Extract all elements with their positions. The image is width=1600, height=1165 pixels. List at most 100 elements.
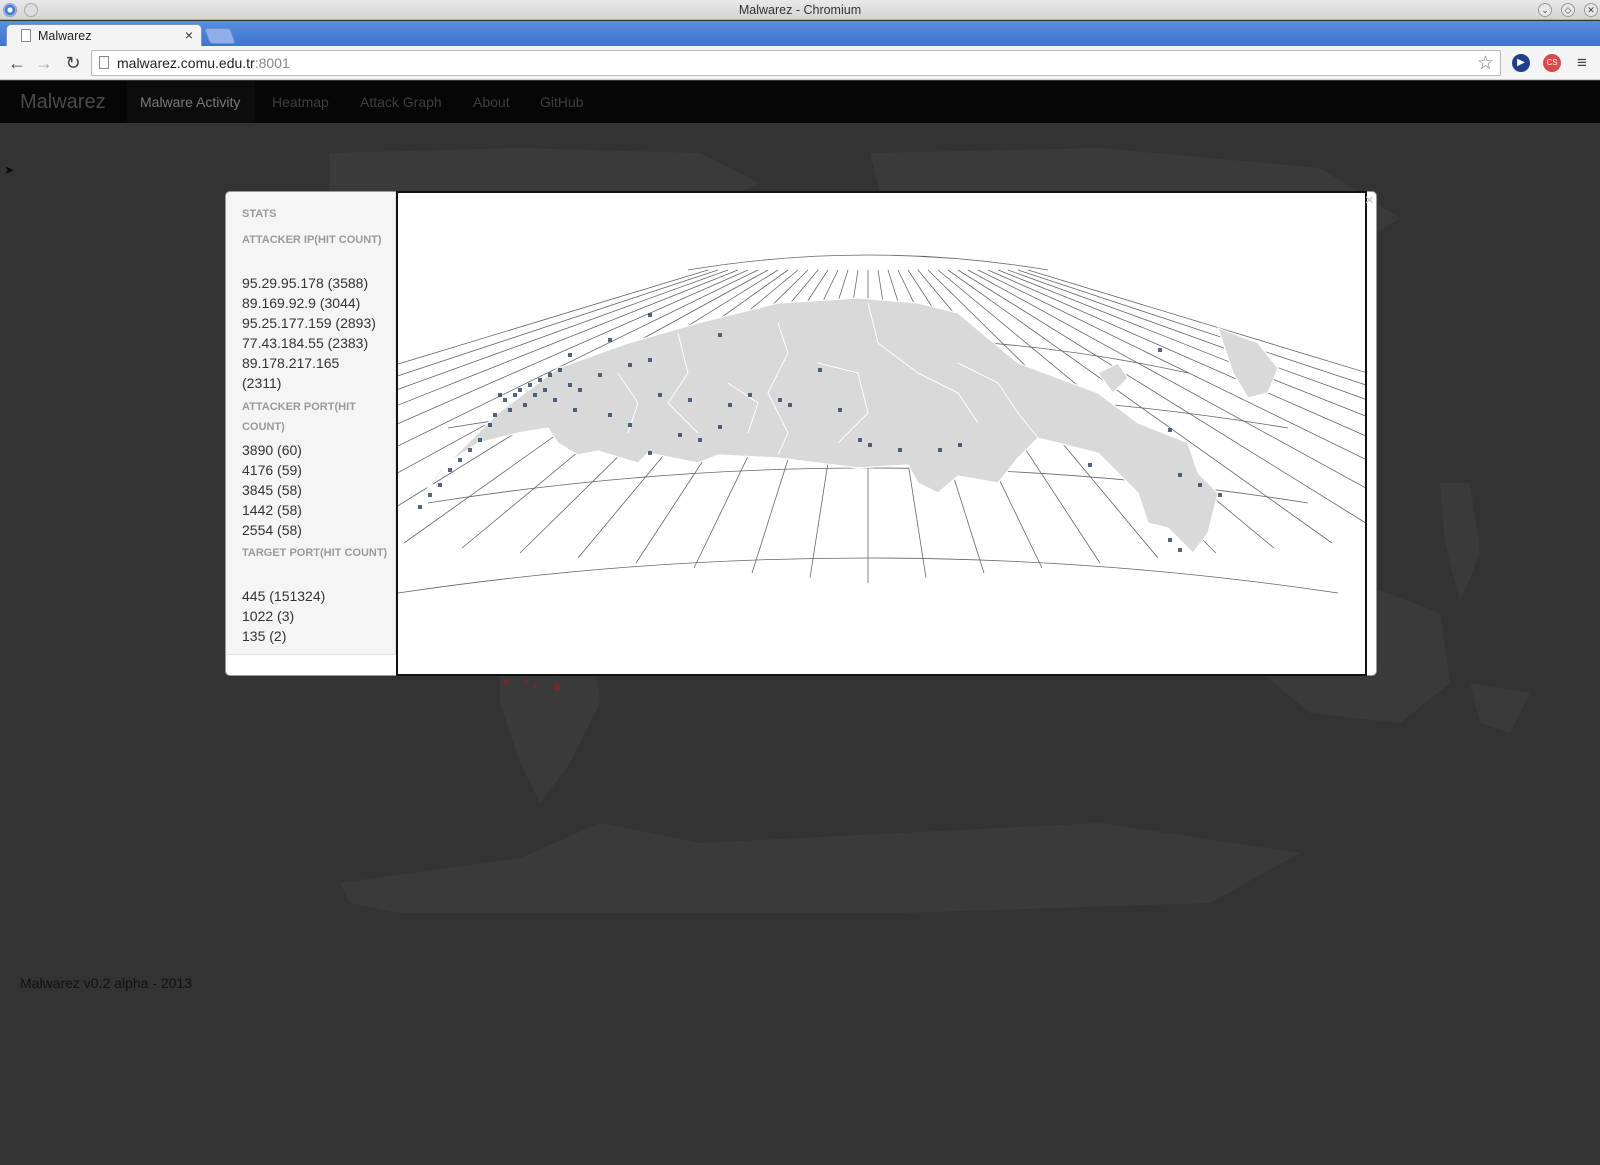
- attack-marker: [528, 383, 532, 387]
- attack-marker: [568, 383, 572, 387]
- attack-marker: [1168, 538, 1172, 542]
- nav-link-about[interactable]: About: [473, 94, 510, 110]
- attack-marker: [428, 493, 432, 497]
- tab-label: Malwarez: [38, 29, 92, 43]
- address-text: malwarez.comu.edu.tr:8001: [117, 55, 290, 71]
- attack-marker: [518, 388, 522, 392]
- attack-marker: [498, 393, 502, 397]
- target-port-item: 135 (2): [242, 628, 287, 644]
- page-icon: [21, 29, 31, 42]
- forward-icon[interactable]: →: [33, 52, 55, 74]
- attack-marker: [1178, 548, 1182, 552]
- attacker-port-item: 2554 (58): [242, 522, 302, 538]
- brand-logo[interactable]: Malwarez: [20, 91, 106, 114]
- attack-marker: [778, 398, 782, 402]
- attack-marker: [568, 353, 572, 357]
- target-port-item: 445 (151324): [242, 588, 326, 604]
- nav-link-attack-graph[interactable]: Attack Graph: [360, 94, 442, 110]
- nav-link-heatmap[interactable]: Heatmap: [272, 94, 329, 110]
- attacker-ip-item: 95.29.95.178 (3588): [242, 275, 369, 291]
- bookmark-star-icon[interactable]: ☆: [1477, 52, 1494, 75]
- stats-modal: STATS ATTACKER IP(HIT COUNT) 95.29.95.17…: [0, 191, 1600, 676]
- landmass: [402, 297, 1279, 554]
- reload-icon[interactable]: ↻: [62, 52, 84, 74]
- attack-marker: [508, 408, 512, 412]
- attack-marker: [418, 505, 422, 509]
- attacker-port-item: 3890 (60): [242, 442, 302, 458]
- attack-marker: [488, 423, 492, 427]
- attacker-ip-heading: ATTACKER IP(HIT COUNT): [242, 234, 382, 246]
- attack-marker: [448, 468, 452, 472]
- attack-marker: [728, 403, 732, 407]
- attack-marker: [648, 358, 652, 362]
- address-bar[interactable]: malwarez.comu.edu.tr:8001 ☆: [91, 50, 1501, 76]
- window-title: Malwarez - Chromium: [738, 3, 862, 17]
- modal-close-icon[interactable]: ×: [1365, 192, 1374, 210]
- nav-link-github[interactable]: GitHub: [540, 94, 584, 110]
- back-icon[interactable]: ←: [6, 52, 28, 74]
- attacker-port-item: 4176 (59): [242, 462, 302, 478]
- site-navbar: Malwarez Malware Activity Heatmap Attack…: [0, 81, 1600, 123]
- attacker-ip-item: 77.43.184.55 (2383): [242, 335, 369, 351]
- attacker-ip-item: 89.169.92.9 (3044): [242, 295, 361, 311]
- attack-marker: [718, 425, 722, 429]
- attack-marker: [513, 393, 517, 397]
- attack-marker: [938, 448, 942, 452]
- stats-title: STATS: [242, 208, 277, 220]
- attack-marker: [523, 403, 527, 407]
- globe-projection-map[interactable]: [0, 193, 1600, 674]
- attacker-ip-item: 95.25.177.159 (2893): [242, 315, 376, 331]
- attack-marker: [898, 448, 902, 452]
- footer-text: Malwarez v0.2 alpha - 2013: [20, 975, 192, 991]
- nav-link-malware-activity[interactable]: Malware Activity: [127, 81, 255, 123]
- attack-marker: [558, 368, 562, 372]
- attack-marker: [628, 423, 632, 427]
- attack-marker: [543, 388, 547, 392]
- attack-marker: [838, 408, 842, 412]
- tab-malwarez[interactable]: Malwarez ×: [6, 24, 202, 46]
- chrome-menu-icon[interactable]: ≡: [1573, 54, 1591, 72]
- attack-marker: [688, 398, 692, 402]
- attacker-port-heading: ATTACKER PORT(HIT COUNT): [242, 401, 356, 433]
- attack-marker: [1198, 483, 1202, 487]
- attack-marker: [503, 398, 507, 402]
- attacker-port-item: 3845 (58): [242, 482, 302, 498]
- maximize-icon[interactable]: ◇: [1561, 3, 1575, 17]
- attack-marker: [533, 393, 537, 397]
- attack-marker: [548, 373, 552, 377]
- attack-marker: [478, 438, 482, 442]
- attack-marker: [1178, 473, 1182, 477]
- sidebar-toggle-icon[interactable]: ➤: [4, 163, 14, 177]
- extension-play-icon[interactable]: ▶: [1512, 54, 1530, 72]
- tab-close-icon[interactable]: ×: [185, 27, 193, 43]
- attack-marker: [538, 378, 542, 382]
- attack-marker: [678, 433, 682, 437]
- attack-marker: [553, 398, 557, 402]
- close-icon[interactable]: ✕: [1584, 3, 1598, 17]
- window-titlebar: Malwarez - Chromium ⌄ ◇ ✕: [0, 0, 1600, 20]
- attacker-port-item: 1442 (58): [242, 502, 302, 518]
- attack-marker: [573, 408, 577, 412]
- attack-marker: [493, 413, 497, 417]
- attack-marker: [1168, 428, 1172, 432]
- attack-marker: [578, 388, 582, 392]
- browser-toolbar: ← → ↻ malwarez.comu.edu.tr:8001 ☆ ▶ CS ≡: [0, 46, 1600, 80]
- attack-marker: [818, 368, 822, 372]
- attack-marker: [868, 443, 872, 447]
- attack-marker: [1158, 348, 1162, 352]
- attack-marker: [958, 443, 962, 447]
- attack-marker: [1088, 463, 1092, 467]
- attack-marker: [698, 438, 702, 442]
- extension-cs-icon[interactable]: CS: [1543, 54, 1561, 72]
- new-tab-button[interactable]: [204, 28, 236, 44]
- attack-marker: [608, 413, 612, 417]
- attack-marker: [598, 373, 602, 377]
- attack-marker: [628, 363, 632, 367]
- globe-map-frame[interactable]: [0, 191, 1600, 676]
- attack-marker: [468, 448, 472, 452]
- attack-marker: [438, 483, 442, 487]
- attack-marker: [458, 458, 462, 462]
- minimize-icon[interactable]: ⌄: [1538, 3, 1552, 17]
- attack-marker: [648, 451, 652, 455]
- attack-marker: [858, 438, 862, 442]
